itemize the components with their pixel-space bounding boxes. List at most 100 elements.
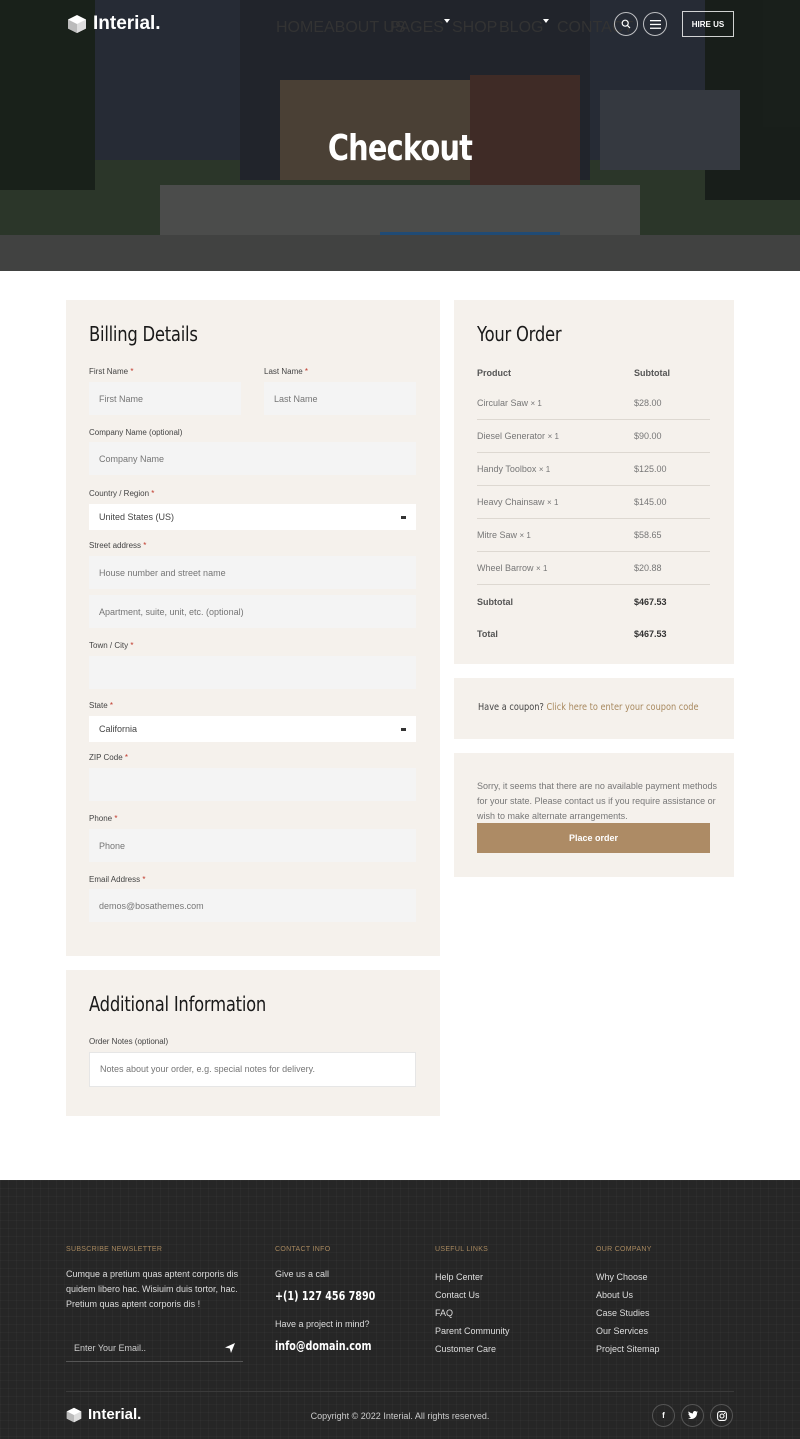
footer-link-customer-care[interactable]: Customer Care — [435, 1344, 496, 1354]
email-label: Email Address * — [89, 875, 146, 884]
last-name-label: Last Name * — [264, 367, 309, 376]
additional-info-panel: Additional Information Order Notes (opti… — [66, 970, 440, 1116]
street-line1-input[interactable] — [89, 556, 416, 589]
first-name-input[interactable] — [89, 382, 241, 415]
copyright-text: Copyright © 2022 Interial. All rights re… — [310, 1411, 490, 1421]
order-item-row: Diesel Generator × 1 $90.00 — [477, 420, 710, 453]
phone-input[interactable] — [89, 829, 416, 862]
our-company-title: OUR COMPANY — [596, 1246, 652, 1253]
email-field[interactable] — [89, 889, 416, 922]
newsletter-title: SUBSCRIBE NEWSLETTER — [66, 1246, 163, 1253]
chevron-down-icon — [443, 19, 450, 23]
footer-link-parent-community[interactable]: Parent Community — [435, 1326, 510, 1336]
street-line2-field[interactable] — [89, 595, 416, 628]
menu-icon — [649, 19, 661, 29]
project-label: Have a project in mind? — [275, 1319, 370, 1329]
nav-shop[interactable]: SHOP — [452, 19, 497, 37]
page-title: Checkout — [327, 128, 473, 169]
street-line2-input[interactable] — [89, 595, 416, 628]
your-order-panel: Your Order Product Subtotal Circular Saw… — [454, 300, 734, 664]
instagram-button[interactable] — [710, 1404, 733, 1427]
twitter-button[interactable] — [681, 1404, 704, 1427]
footer-divider — [66, 1391, 734, 1392]
nav-pages[interactable]: PAGES — [390, 19, 450, 37]
place-order-button[interactable]: Place order — [477, 823, 710, 853]
payment-message: Sorry, it seems that there are no availa… — [477, 781, 717, 821]
footer-link-case-studies[interactable]: Case Studies — [596, 1308, 650, 1318]
footer-link-help-center[interactable]: Help Center — [435, 1272, 483, 1282]
newsletter-text: Cumque a pretium quas aptent corporis di… — [66, 1269, 239, 1309]
company-input[interactable] — [89, 442, 416, 475]
additional-info-title: Additional Information — [89, 992, 267, 1016]
site-footer: SUBSCRIBE NEWSLETTER Cumque a pretium qu… — [0, 1180, 800, 1439]
street-line1-field[interactable] — [89, 556, 416, 589]
last-name-input[interactable] — [264, 382, 416, 415]
footer-link-contact-us[interactable]: Contact Us — [435, 1290, 480, 1300]
street-label: Street address * — [89, 541, 147, 550]
chevron-down-icon — [543, 19, 550, 23]
state-select[interactable]: California — [89, 716, 416, 742]
billing-details-panel: Billing Details First Name * Last Name *… — [66, 300, 440, 956]
instagram-icon — [716, 1410, 727, 1421]
first-name-field[interactable] — [89, 382, 241, 415]
twitter-icon — [687, 1411, 698, 1419]
phone-field[interactable] — [89, 829, 416, 862]
order-item-row: Wheel Barrow × 1 $20.88 — [477, 552, 710, 585]
zip-label: ZIP Code * — [89, 753, 129, 762]
company-field[interactable] — [89, 442, 416, 475]
nav-home[interactable]: HOME — [276, 19, 324, 37]
nav-blog[interactable]: BLOG — [499, 19, 550, 37]
zip-input[interactable] — [89, 768, 416, 801]
town-label: Town / City * — [89, 641, 134, 650]
coupon-panel: Have a coupon? Click here to enter your … — [454, 678, 734, 739]
menu-button[interactable] — [643, 12, 667, 36]
footer-link-our-services[interactable]: Our Services — [596, 1326, 648, 1336]
footer-link-faq[interactable]: FAQ — [435, 1308, 453, 1318]
state-value: California — [99, 724, 138, 734]
footer-link-about-us[interactable]: About Us — [596, 1290, 633, 1300]
search-icon — [621, 19, 631, 29]
order-notes-label: Order Notes (optional) — [89, 1037, 169, 1046]
select-arrow-icon — [401, 515, 406, 519]
hire-us-button[interactable]: HIRE US — [682, 11, 734, 37]
footer-email[interactable]: info@domain.com — [275, 1339, 372, 1353]
send-icon[interactable] — [225, 1343, 235, 1353]
facebook-icon: f — [662, 1411, 665, 1420]
last-name-field[interactable] — [264, 382, 416, 415]
company-label: Company Name (optional) — [89, 428, 183, 437]
state-label: State * — [89, 701, 114, 710]
order-subtotal-row: Subtotal $467.53 — [477, 596, 667, 607]
country-value: United States (US) — [99, 512, 175, 522]
select-arrow-icon — [401, 727, 406, 731]
footer-phone[interactable]: +(1) 127 456 7890 — [275, 1289, 375, 1303]
town-input[interactable] — [89, 656, 416, 689]
site-logo[interactable]: Interial. — [67, 13, 161, 35]
coupon-prompt: Have a coupon? Click here to enter your … — [478, 702, 699, 713]
order-table-header: Product Subtotal — [477, 367, 670, 378]
country-label: Country / Region * — [89, 489, 155, 498]
coupon-link[interactable]: Click here to enter your coupon code — [546, 702, 698, 713]
newsletter-form[interactable]: Enter Your Email.. — [66, 1335, 243, 1362]
town-field[interactable] — [89, 656, 416, 689]
order-item-row: Handy Toolbox × 1 $125.00 — [477, 453, 710, 486]
logo-text: Interial. — [93, 13, 161, 34]
cube-logo-icon — [68, 15, 86, 33]
newsletter-email-input[interactable]: Enter Your Email.. — [74, 1343, 146, 1353]
footer-link-why-choose[interactable]: Why Choose — [596, 1272, 648, 1282]
facebook-button[interactable]: f — [652, 1404, 675, 1427]
search-button[interactable] — [614, 12, 638, 36]
zip-field[interactable] — [89, 768, 416, 801]
order-total-row: Total $467.53 — [477, 628, 667, 639]
email-input[interactable] — [89, 889, 416, 922]
call-label: Give us a call — [275, 1269, 330, 1279]
order-notes-textarea[interactable] — [90, 1053, 415, 1086]
billing-title: Billing Details — [89, 322, 198, 346]
order-title: Your Order — [477, 322, 562, 346]
order-item-row: Circular Saw × 1 $28.00 — [477, 387, 710, 420]
phone-label: Phone * — [89, 814, 118, 823]
order-notes-field[interactable] — [89, 1052, 416, 1087]
footer-link-project-sitemap[interactable]: Project Sitemap — [596, 1344, 660, 1354]
country-select[interactable]: United States (US) — [89, 504, 416, 530]
payment-panel: Sorry, it seems that there are no availa… — [454, 753, 734, 877]
order-item-row: Mitre Saw × 1 $58.65 — [477, 519, 710, 552]
